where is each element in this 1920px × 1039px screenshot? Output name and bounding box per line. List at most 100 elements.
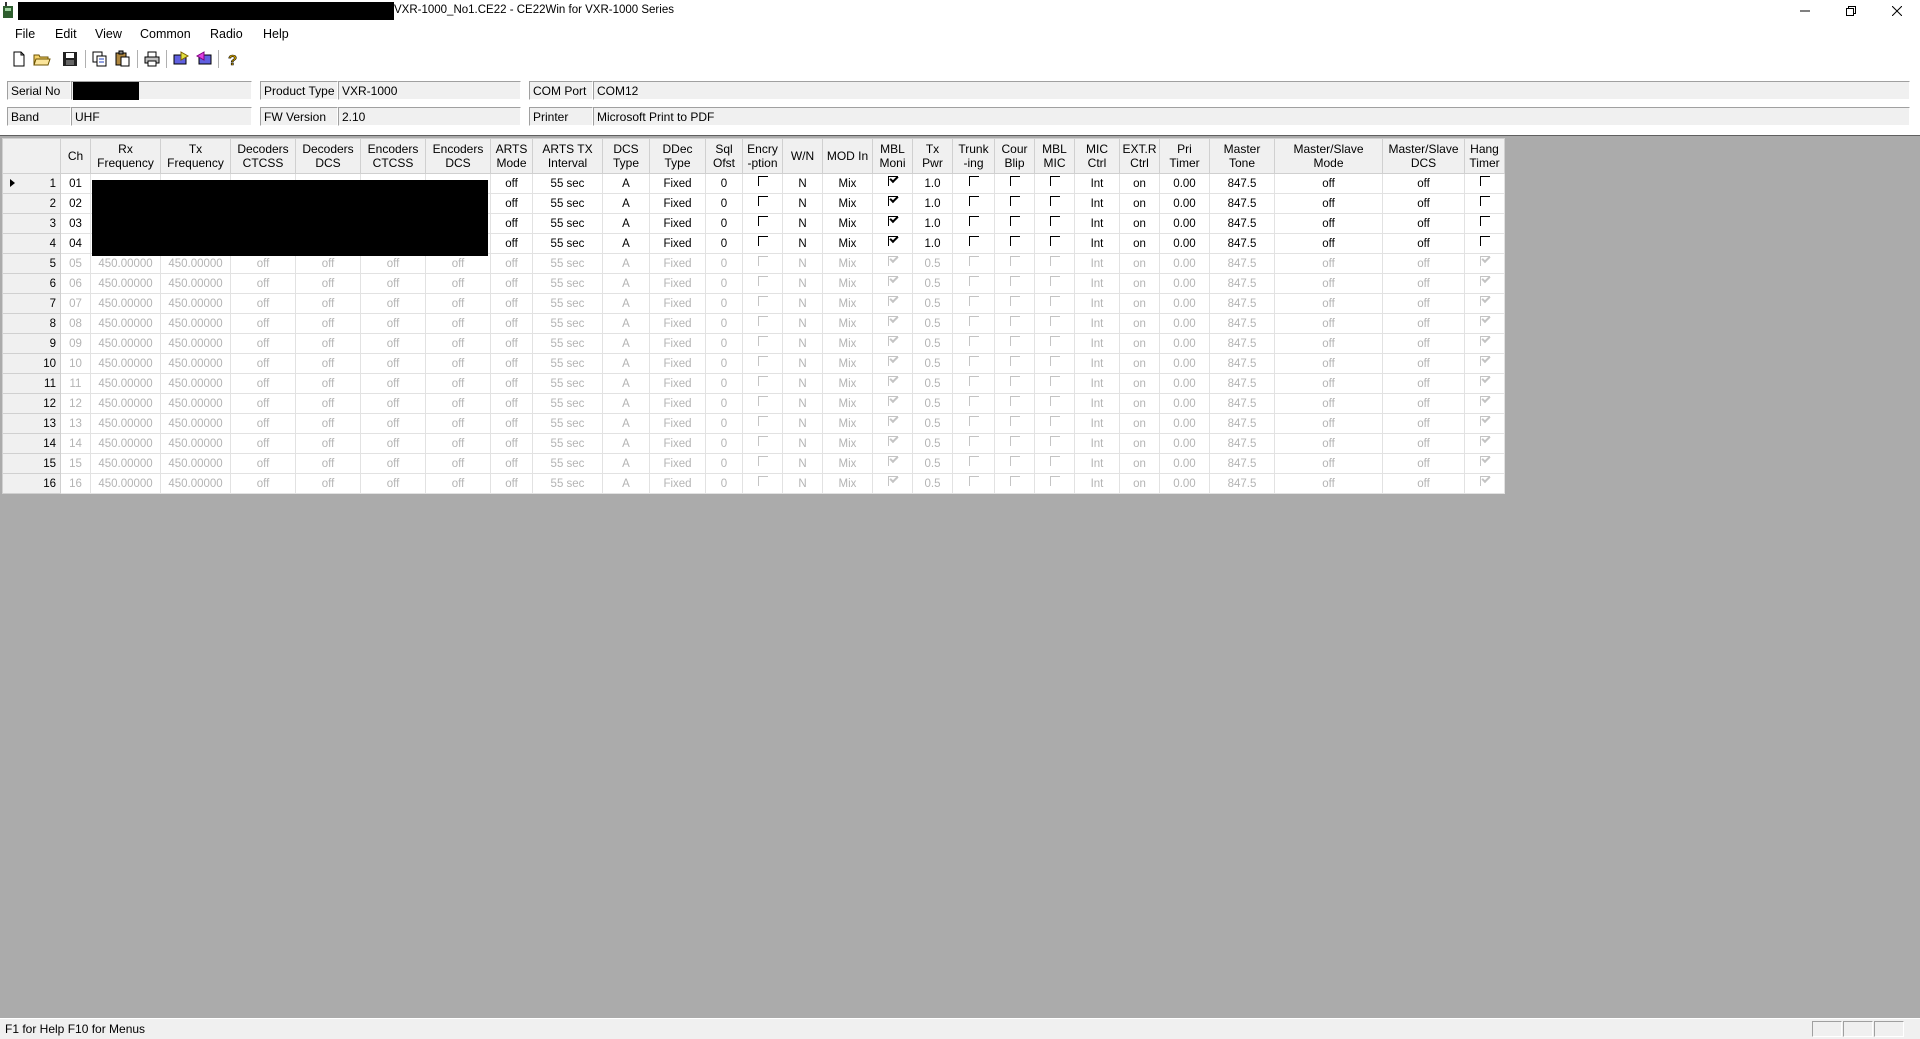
checkbox-checked-icon[interactable] [887,436,898,446]
row-header[interactable]: 13 [2,413,61,434]
wn-cell[interactable]: N [782,433,823,454]
wn-cell[interactable]: N [782,413,823,434]
checkbox-checked-icon[interactable] [887,316,898,326]
master-slave-mode-cell[interactable]: off [1274,193,1383,214]
encryption-checkbox[interactable] [742,433,783,454]
mbl-mic-checkbox[interactable] [1034,433,1075,454]
cour-blip-checkbox[interactable] [994,273,1035,294]
rx-frequency-cell[interactable]: 450.00000 [90,433,161,454]
extr-ctrl-cell[interactable]: on [1119,453,1160,474]
arts-mode-cell[interactable]: off [490,453,533,474]
tx-pwr-cell[interactable]: 0.5 [912,473,953,494]
column-header[interactable]: Decoders CTCSS [230,138,296,174]
checkbox-icon[interactable] [757,276,768,286]
checkbox-checked-icon[interactable] [887,376,898,386]
checkbox-icon[interactable] [1009,436,1020,446]
arts-tx-interval-cell[interactable]: 55 sec [532,373,603,394]
decoders-dcs-cell[interactable]: off [295,473,361,494]
copy-button[interactable] [90,49,110,69]
mod-in-cell[interactable]: Mix [822,353,873,374]
table-row[interactable]: 14 14 450.00000 450.00000 off off off off off 55 … [2,433,1505,454]
master-slave-dcs-cell[interactable]: off [1382,333,1465,354]
column-header[interactable]: Rx Frequency [90,138,161,174]
table-row[interactable]: 8 08 450.00000 450.00000 off off off off off 55 s… [2,313,1505,334]
checkbox-checked-icon[interactable] [887,336,898,346]
extr-ctrl-cell[interactable]: on [1119,173,1160,194]
checkbox-icon[interactable] [757,416,768,426]
pri-timer-cell[interactable]: 0.00 [1159,173,1210,194]
checkbox-icon[interactable] [1009,256,1020,266]
encoders-dcs-cell[interactable]: off [425,433,491,454]
dcs-type-cell[interactable]: A [602,373,650,394]
arts-tx-interval-cell[interactable]: 55 sec [532,473,603,494]
ddec-type-cell[interactable]: Fixed [649,213,706,234]
checkbox-icon[interactable] [1479,196,1490,206]
menu-view[interactable]: View [95,27,122,41]
decoders-ctcss-cell[interactable]: off [230,253,296,274]
mic-ctrl-cell[interactable]: Int [1074,253,1120,274]
checkbox-checked-icon[interactable] [887,456,898,466]
cour-blip-checkbox[interactable] [994,333,1035,354]
encoders-dcs-cell[interactable]: off [425,313,491,334]
master-slave-dcs-cell[interactable]: off [1382,273,1465,294]
decoders-ctcss-cell[interactable]: off [230,473,296,494]
table-row[interactable]: 10 10 450.00000 450.00000 off off off off off 55 … [2,353,1505,374]
ddec-type-cell[interactable]: Fixed [649,453,706,474]
checkbox-icon[interactable] [1009,296,1020,306]
ch-cell[interactable]: 11 [60,373,91,394]
mbl-moni-checkbox[interactable] [872,333,913,354]
pri-timer-cell[interactable]: 0.00 [1159,373,1210,394]
menu-radio[interactable]: Radio [210,27,243,41]
checkbox-checked-icon[interactable] [887,396,898,406]
encoders-dcs-cell[interactable]: off [425,273,491,294]
dcs-type-cell[interactable]: A [602,273,650,294]
tx-pwr-cell[interactable]: 0.5 [912,253,953,274]
master-slave-dcs-cell[interactable]: off [1382,413,1465,434]
trunking-checkbox[interactable] [952,293,995,314]
encryption-checkbox[interactable] [742,173,783,194]
checkbox-checked-icon[interactable] [1479,256,1490,266]
checkbox-checked-icon[interactable] [1479,336,1490,346]
checkbox-checked-icon[interactable] [887,236,898,246]
mic-ctrl-cell[interactable]: Int [1074,453,1120,474]
checkbox-checked-icon[interactable] [1479,396,1490,406]
checkbox-checked-icon[interactable] [1479,356,1490,366]
decoders-ctcss-cell[interactable]: off [230,273,296,294]
wn-cell[interactable]: N [782,253,823,274]
checkbox-checked-icon[interactable] [887,356,898,366]
wn-cell[interactable]: N [782,293,823,314]
cour-blip-checkbox[interactable] [994,373,1035,394]
arts-tx-interval-cell[interactable]: 55 sec [532,313,603,334]
mbl-mic-checkbox[interactable] [1034,473,1075,494]
encryption-checkbox[interactable] [742,413,783,434]
tx-pwr-cell[interactable]: 0.5 [912,313,953,334]
mic-ctrl-cell[interactable]: Int [1074,193,1120,214]
pri-timer-cell[interactable]: 0.00 [1159,453,1210,474]
pri-timer-cell[interactable]: 0.00 [1159,193,1210,214]
ch-cell[interactable]: 06 [60,273,91,294]
cour-blip-checkbox[interactable] [994,293,1035,314]
pri-timer-cell[interactable]: 0.00 [1159,433,1210,454]
extr-ctrl-cell[interactable]: on [1119,333,1160,354]
pri-timer-cell[interactable]: 0.00 [1159,273,1210,294]
tx-pwr-cell[interactable]: 1.0 [912,193,953,214]
master-tone-cell[interactable]: 847.5 [1209,453,1275,474]
decoders-dcs-cell[interactable]: off [295,273,361,294]
extr-ctrl-cell[interactable]: on [1119,373,1160,394]
decoders-ctcss-cell[interactable]: off [230,393,296,414]
master-slave-mode-cell[interactable]: off [1274,233,1383,254]
checkbox-icon[interactable] [1049,256,1060,266]
mbl-moni-checkbox[interactable] [872,453,913,474]
decoders-dcs-cell[interactable]: off [295,393,361,414]
mbl-moni-checkbox[interactable] [872,173,913,194]
checkbox-icon[interactable] [1009,416,1020,426]
encryption-checkbox[interactable] [742,253,783,274]
master-slave-dcs-cell[interactable]: off [1382,353,1465,374]
mbl-mic-checkbox[interactable] [1034,333,1075,354]
arts-tx-interval-cell[interactable]: 55 sec [532,233,603,254]
cour-blip-checkbox[interactable] [994,193,1035,214]
checkbox-icon[interactable] [968,456,979,466]
mbl-mic-checkbox[interactable] [1034,253,1075,274]
rx-frequency-cell[interactable]: 450.00000 [90,453,161,474]
mod-in-cell[interactable]: Mix [822,293,873,314]
